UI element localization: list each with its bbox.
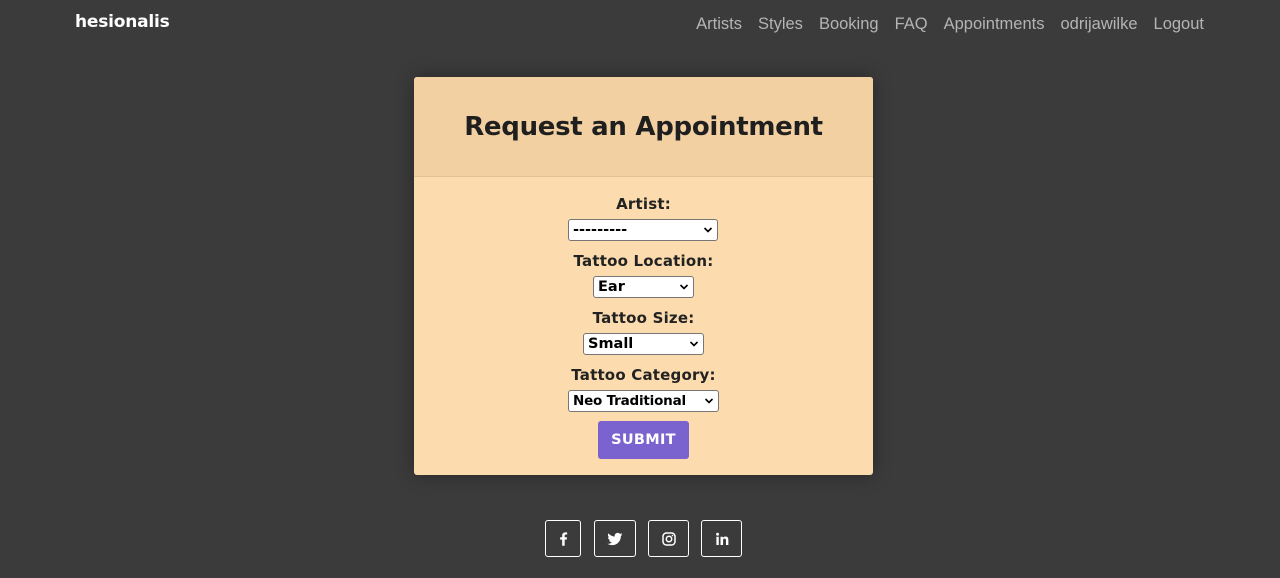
linkedin-link[interactable] — [701, 520, 742, 557]
submit-button[interactable]: SUBMIT — [598, 421, 689, 459]
nav-link-styles[interactable]: Styles — [758, 15, 803, 34]
nav-link-logout[interactable]: Logout — [1154, 15, 1204, 34]
nav-link-booking[interactable]: Booking — [819, 15, 879, 34]
nav-link-artists[interactable]: Artists — [696, 15, 742, 34]
tattoo-size-select[interactable]: Small — [583, 333, 704, 355]
tattoo-location-select[interactable]: Ear — [593, 276, 694, 298]
nav-links: Artists Styles Booking FAQ Appointments … — [696, 15, 1204, 34]
page-title: Request an Appointment — [464, 111, 823, 142]
appointment-form-card: Request an Appointment Artist: ---------… — [414, 77, 873, 475]
facebook-link[interactable] — [545, 520, 581, 557]
card-header: Request an Appointment — [414, 77, 873, 177]
chevron-down-icon — [704, 398, 714, 404]
appointment-form: Artist: --------- Tattoo Location: Ear T… — [414, 177, 873, 475]
chevron-down-icon — [703, 227, 713, 233]
nav-link-user-profile[interactable]: odrijawilke — [1061, 15, 1138, 34]
twitter-link[interactable] — [594, 520, 636, 557]
brand-logo[interactable]: hesionalis — [75, 12, 170, 32]
linkedin-icon — [715, 532, 728, 545]
tattoo-category-select-value: Neo Traditional — [573, 393, 686, 409]
nav-link-faq[interactable]: FAQ — [895, 15, 928, 34]
nav-link-appointments[interactable]: Appointments — [944, 15, 1045, 34]
tattoo-location-select-value: Ear — [598, 279, 625, 295]
instagram-link[interactable] — [648, 520, 689, 557]
twitter-icon — [607, 532, 623, 545]
tattoo-category-label: Tattoo Category: — [571, 366, 716, 384]
tattoo-size-select-value: Small — [588, 336, 634, 352]
tattoo-location-label: Tattoo Location: — [573, 252, 714, 270]
tattoo-category-select[interactable]: Neo Traditional — [568, 390, 719, 412]
artist-select-value: --------- — [573, 222, 628, 238]
chevron-down-icon — [679, 284, 689, 290]
artist-label: Artist: — [616, 195, 671, 213]
chevron-down-icon — [689, 341, 699, 347]
artist-select[interactable]: --------- — [568, 219, 718, 241]
facebook-icon — [560, 531, 568, 546]
instagram-icon — [661, 531, 676, 546]
top-navbar: hesionalis Artists Styles Booking FAQ Ap… — [0, 0, 1280, 50]
tattoo-size-label: Tattoo Size: — [592, 309, 695, 327]
